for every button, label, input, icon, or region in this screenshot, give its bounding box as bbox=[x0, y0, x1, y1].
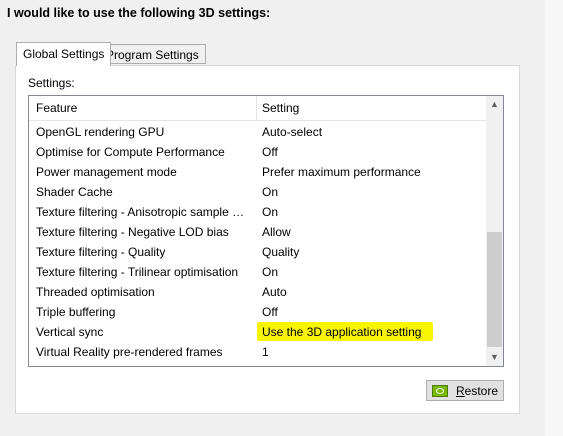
table-row[interactable]: Shader Cache On bbox=[29, 182, 487, 202]
row-feature: Texture filtering - Quality bbox=[36, 245, 166, 259]
row-setting[interactable]: Auto bbox=[262, 282, 287, 302]
table-row[interactable]: Power management mode Prefer maximum perf… bbox=[29, 162, 487, 182]
section-heading: I would like to use the following 3D set… bbox=[7, 6, 271, 20]
row-setting[interactable]: Quality bbox=[262, 242, 299, 262]
row-setting[interactable]: Off bbox=[262, 302, 278, 322]
row-feature: Vertical sync bbox=[36, 325, 104, 339]
column-header-feature[interactable]: Feature bbox=[36, 96, 77, 120]
tab-program-settings[interactable]: Program Settings bbox=[99, 44, 206, 64]
scrollbar-thumb[interactable] bbox=[487, 232, 502, 347]
table-row[interactable]: Texture filtering - Anisotropic sample o… bbox=[29, 202, 487, 222]
row-feature: Power management mode bbox=[36, 165, 177, 179]
row-setting[interactable]: On bbox=[262, 262, 278, 282]
table-row[interactable]: OpenGL rendering GPU Auto-select bbox=[29, 122, 487, 142]
row-setting[interactable]: Use the 3D application setting bbox=[262, 322, 421, 342]
restore-button[interactable]: Restore bbox=[426, 380, 504, 401]
settings-label: Settings: bbox=[28, 76, 75, 90]
window-edge bbox=[545, 0, 563, 436]
table-row[interactable]: Texture filtering - Trilinear optimisati… bbox=[29, 262, 487, 282]
row-feature: Texture filtering - Trilinear optimisati… bbox=[36, 265, 239, 279]
row-setting[interactable]: Prefer maximum performance bbox=[262, 162, 421, 182]
nvidia-logo-icon bbox=[431, 384, 448, 397]
tab-global-settings[interactable]: Global Settings bbox=[16, 42, 112, 66]
row-feature: Shader Cache bbox=[36, 185, 113, 199]
table-row[interactable]: Threaded optimisation Auto bbox=[29, 282, 487, 302]
table-row[interactable]: Virtual Reality pre-rendered frames 1 bbox=[29, 342, 487, 362]
row-setting[interactable]: Allow bbox=[262, 222, 291, 242]
column-separator[interactable] bbox=[256, 96, 257, 120]
settings-rows: OpenGL rendering GPU Auto-select Optimise … bbox=[29, 122, 487, 362]
restore-button-label: Restore bbox=[455, 383, 499, 398]
row-setting[interactable]: 1 bbox=[262, 342, 269, 362]
scroll-down-icon[interactable]: ▼ bbox=[486, 349, 503, 366]
column-header-setting[interactable]: Setting bbox=[262, 96, 299, 120]
row-feature: OpenGL rendering GPU bbox=[36, 125, 165, 139]
table-row[interactable]: Triple buffering Off bbox=[29, 302, 487, 322]
table-row[interactable]: Vertical sync Use the 3D application sett… bbox=[29, 322, 487, 342]
row-setting[interactable]: Auto-select bbox=[262, 122, 322, 142]
table-row[interactable]: Optimise for Compute Performance Off bbox=[29, 142, 487, 162]
vertical-scrollbar[interactable]: ▲ ▼ bbox=[486, 96, 503, 366]
table-row[interactable]: Texture filtering - Negative LOD bias All… bbox=[29, 222, 487, 242]
settings-list: Feature Setting OpenGL rendering GPU Auto… bbox=[28, 95, 504, 367]
global-settings-panel: Settings: Feature Setting OpenGL renderi… bbox=[15, 65, 520, 414]
row-setting[interactable]: On bbox=[262, 202, 278, 222]
table-row[interactable]: Texture filtering - Quality Quality bbox=[29, 242, 487, 262]
row-feature: Threaded optimisation bbox=[36, 285, 155, 299]
row-feature: Triple buffering bbox=[36, 305, 116, 319]
list-header: Feature Setting bbox=[29, 96, 487, 121]
row-setting[interactable]: On bbox=[262, 182, 278, 202]
row-feature: Optimise for Compute Performance bbox=[36, 145, 225, 159]
row-setting[interactable]: Off bbox=[262, 142, 278, 162]
row-feature: Texture filtering - Anisotropic sample o… bbox=[36, 205, 250, 219]
row-feature: Virtual Reality pre-rendered frames bbox=[36, 345, 223, 359]
scroll-up-icon[interactable]: ▲ bbox=[486, 96, 503, 113]
row-feature: Texture filtering - Negative LOD bias bbox=[36, 225, 229, 239]
